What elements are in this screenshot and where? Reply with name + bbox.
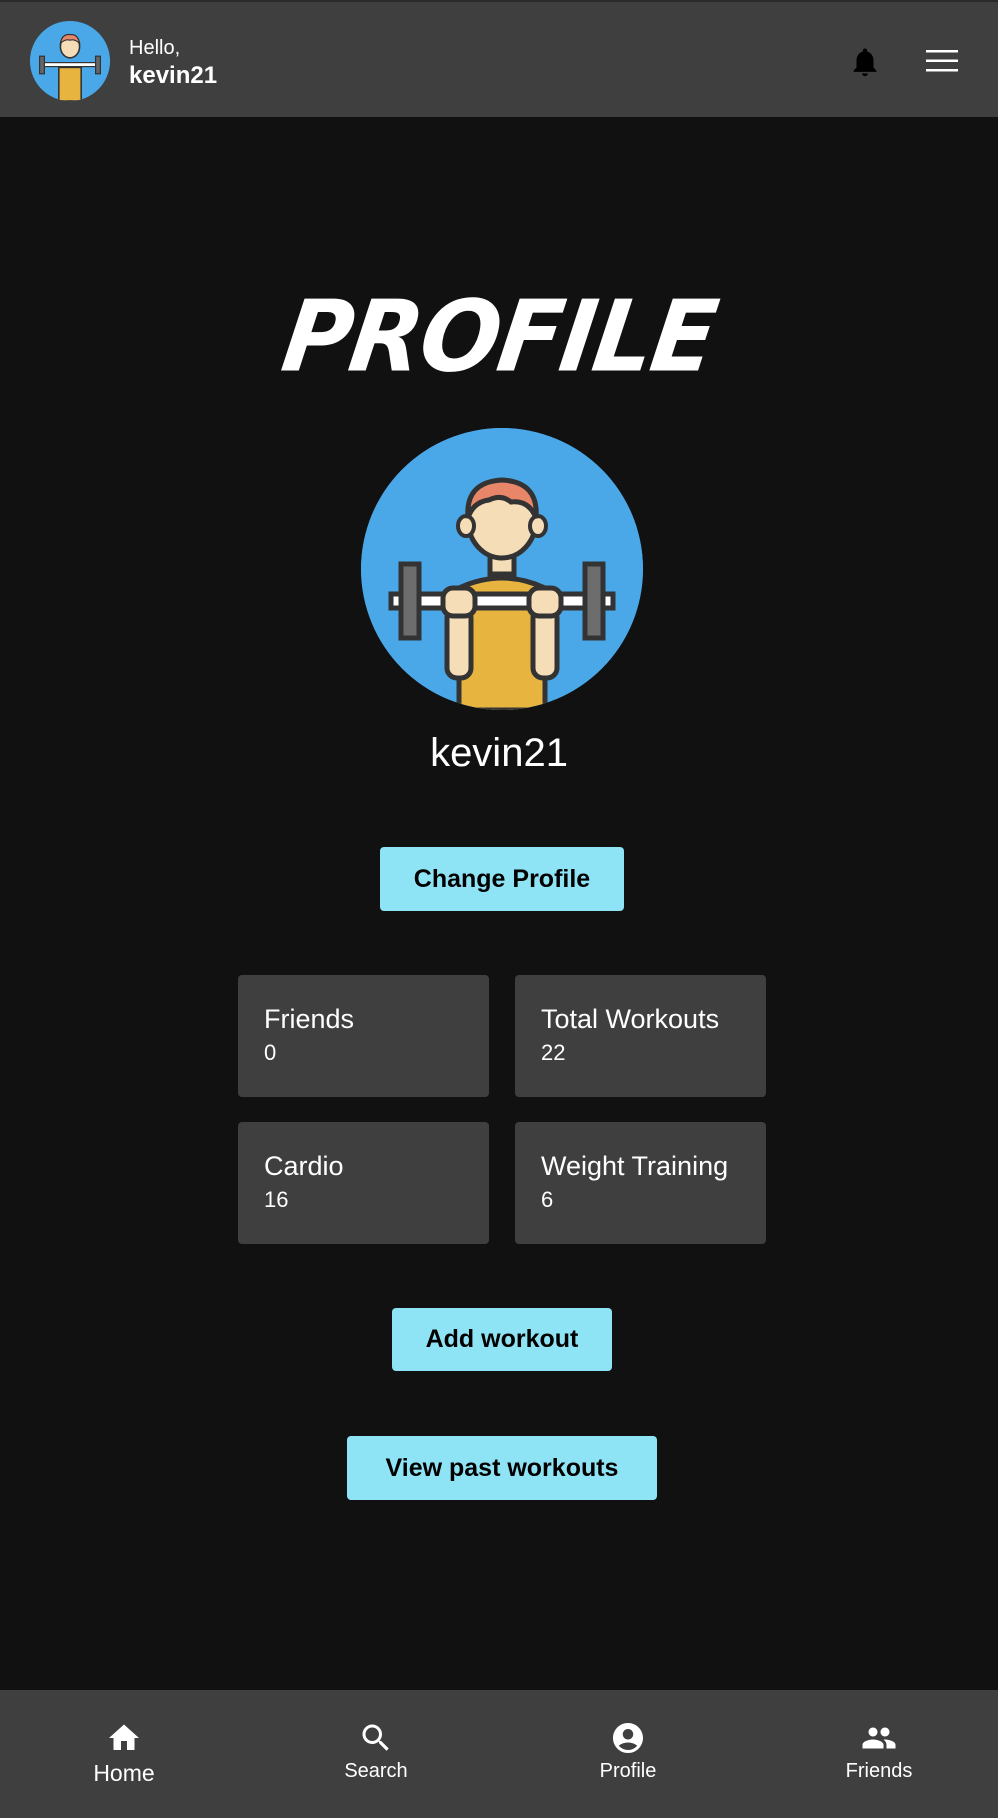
greeting: Hello, kevin21 — [129, 36, 217, 92]
nav-item-profile[interactable]: Profile — [548, 1720, 708, 1783]
app-root: Hello, kevin21 PROFILE kevin21 Change Pr… — [0, 0, 998, 1818]
stat-label: Friends — [264, 1004, 355, 1034]
nav-label: Friends — [845, 1760, 913, 1782]
stat-label: Total Workouts — [541, 1004, 720, 1034]
people-icon — [862, 1727, 896, 1749]
change-profile-button[interactable]: Change Profile — [380, 847, 624, 911]
page-title: PROFILE — [275, 280, 723, 395]
stat-card-friends: Friends 0 — [238, 975, 489, 1097]
stat-value: 0 — [264, 1040, 277, 1065]
weightlifter-avatar-icon — [361, 428, 643, 710]
bottom-navigation: Home Search Profile Friends — [0, 1690, 998, 1818]
nav-item-home[interactable]: Home — [44, 1720, 204, 1787]
add-workout-button[interactable]: Add workout — [392, 1308, 612, 1371]
stat-card-total-workouts: Total Workouts 22 — [515, 975, 766, 1097]
profile-avatar — [361, 428, 643, 710]
nav-label: Home — [93, 1760, 155, 1786]
greeting-text: Hello, — [129, 37, 181, 59]
nav-label: Profile — [599, 1760, 657, 1782]
profile-username: kevin21 — [430, 731, 568, 775]
home-icon — [109, 1724, 139, 1750]
stat-label: Cardio — [264, 1151, 344, 1181]
nav-item-search[interactable]: Search — [296, 1720, 456, 1783]
stat-card-cardio: Cardio 16 — [238, 1122, 489, 1244]
view-past-workouts-button[interactable]: View past workouts — [347, 1436, 657, 1500]
nav-label: Search — [344, 1760, 408, 1782]
weightlifter-avatar-icon — [30, 21, 110, 101]
stat-value: 6 — [541, 1187, 554, 1212]
nav-item-friends[interactable]: Friends — [799, 1720, 959, 1783]
notifications-bell-icon[interactable] — [848, 44, 882, 80]
hamburger-menu-icon[interactable] — [926, 48, 958, 74]
stat-value: 16 — [264, 1187, 289, 1212]
header-avatar[interactable] — [30, 21, 110, 101]
stat-card-weight-training: Weight Training 6 — [515, 1122, 766, 1244]
search-icon — [362, 1724, 389, 1751]
account-circle-icon — [613, 1723, 643, 1753]
stat-value: 22 — [541, 1040, 566, 1065]
stat-label: Weight Training — [541, 1151, 729, 1181]
top-bar: Hello, kevin21 — [0, 0, 998, 117]
header-username: kevin21 — [129, 62, 218, 89]
